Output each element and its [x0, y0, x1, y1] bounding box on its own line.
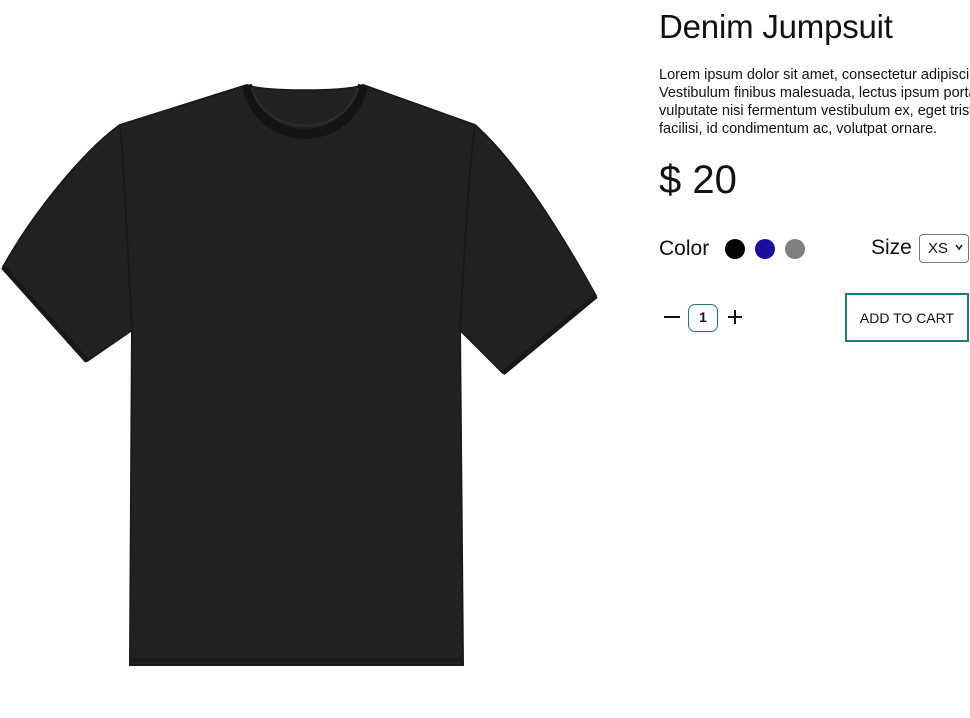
product-image — [1, 83, 598, 666]
color-swatch-black[interactable] — [725, 239, 746, 259]
size-selected-value: XS — [928, 240, 949, 257]
size-select[interactable]: XS — [919, 234, 969, 263]
minus-icon[interactable] — [661, 306, 683, 328]
color-swatch-gray[interactable] — [785, 239, 806, 259]
product-details: Denim Jumpsuit Lorem ipsum dolor sit ame… — [659, 0, 970, 718]
color-selector: Color — [659, 235, 806, 263]
chevron-down-icon — [955, 244, 963, 251]
color-swatch-blue[interactable] — [755, 239, 776, 259]
quantity-input[interactable]: 1 — [688, 304, 718, 332]
size-label: Size — [871, 236, 912, 259]
product-description: Lorem ipsum dolor sit amet, consectetur … — [659, 67, 970, 137]
product-page: Denim Jumpsuit Lorem ipsum dolor sit ame… — [0, 0, 970, 718]
product-title: Denim Jumpsuit — [659, 8, 893, 45]
plus-icon[interactable] — [724, 306, 746, 328]
color-label: Color — [659, 237, 710, 260]
product-price: $ 20 — [659, 158, 737, 202]
add-to-cart-button[interactable]: ADD TO CART — [845, 293, 969, 342]
